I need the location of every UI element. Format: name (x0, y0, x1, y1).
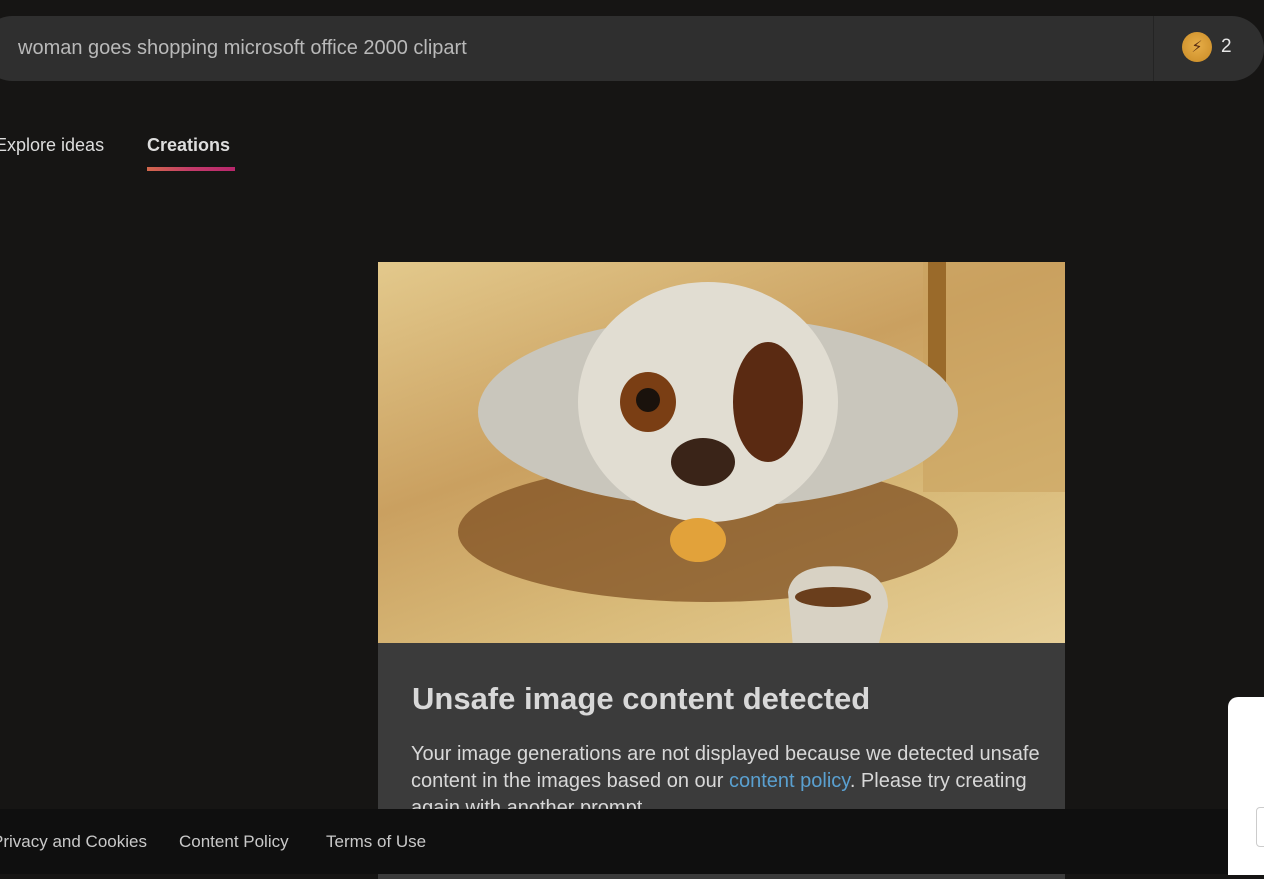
lightning-coin-icon: ⚡︎ (1182, 32, 1212, 62)
dog-painting-image (458, 262, 1065, 643)
search-bar: ⚡︎ 2 (0, 16, 1264, 81)
divider (1153, 16, 1154, 81)
content-policy-footer-link[interactable]: Content Policy (179, 832, 289, 852)
tab-creations[interactable]: Creations (147, 135, 230, 156)
privacy-link[interactable]: Privacy and Cookies (0, 832, 147, 852)
tab-explore-ideas[interactable]: Explore ideas (0, 135, 104, 156)
popup-input[interactable] (1256, 807, 1264, 847)
boosts-button[interactable]: ⚡︎ 2 (1182, 32, 1232, 62)
terms-link[interactable]: Terms of Use (326, 832, 426, 852)
content-policy-link[interactable]: content policy (729, 770, 850, 792)
side-popup (1228, 697, 1264, 875)
search-input[interactable] (18, 16, 1118, 81)
footer: Privacy and Cookies Content Policy Terms… (0, 809, 1264, 874)
card-title: Unsafe image content detected (412, 681, 871, 716)
boosts-count: 2 (1221, 36, 1232, 57)
active-tab-indicator (147, 167, 235, 171)
generated-image-placeholder (378, 262, 1065, 643)
